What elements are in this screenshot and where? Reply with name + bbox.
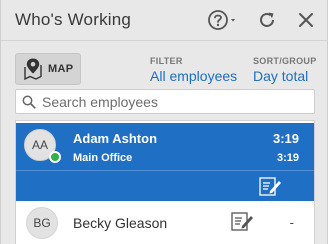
panel-header: Who's Working	[1, 0, 328, 40]
employee-time: -	[289, 215, 294, 230]
employee-time: 3:19	[272, 131, 299, 146]
filter-value-link[interactable]: All employees	[150, 68, 237, 84]
employee-location: Main Office	[73, 152, 133, 164]
map-label: MAP	[48, 63, 74, 75]
avatar: BG	[26, 207, 58, 239]
search-box	[15, 89, 315, 114]
employee-name: Adam Ashton	[73, 131, 158, 146]
filter-label: FILTER	[150, 56, 183, 66]
refresh-button[interactable]	[255, 8, 279, 32]
sort-group-control: SORT/GROUP Day total	[253, 55, 317, 84]
sort-value-link[interactable]: Day total	[253, 68, 317, 84]
online-status-indicator	[49, 151, 61, 163]
edit-timesheet-icon[interactable]	[258, 175, 282, 197]
map-pin-icon	[24, 58, 42, 81]
search-input[interactable]	[42, 93, 302, 110]
help-button[interactable]	[207, 8, 241, 32]
employee-row[interactable]: BG Becky Gleason -	[16, 205, 314, 244]
sort-group-label: SORT/GROUP	[253, 56, 317, 66]
help-dropdown-icon	[208, 10, 235, 30]
close-icon	[299, 13, 313, 27]
row-divider	[16, 170, 314, 171]
employee-list: AA Adam Ashton Main Office 3:19 3:19 BG …	[15, 120, 315, 244]
employee-name: Becky Gleason	[73, 215, 168, 231]
search-icon	[22, 95, 36, 109]
employee-row-selected[interactable]: AA Adam Ashton Main Office 3:19 3:19	[16, 123, 314, 201]
panel-title: Who's Working	[15, 10, 132, 29]
close-button[interactable]	[294, 8, 318, 32]
refresh-icon	[260, 12, 274, 27]
map-button[interactable]: MAP	[15, 53, 81, 85]
employee-day-total: 3:19	[276, 152, 299, 164]
filter-control: FILTER All employees	[150, 55, 237, 84]
header-divider	[1, 40, 328, 41]
edit-timesheet-icon[interactable]	[230, 209, 254, 233]
whos-working-panel: Who's Working MAP FILTER All employees S…	[0, 0, 328, 244]
